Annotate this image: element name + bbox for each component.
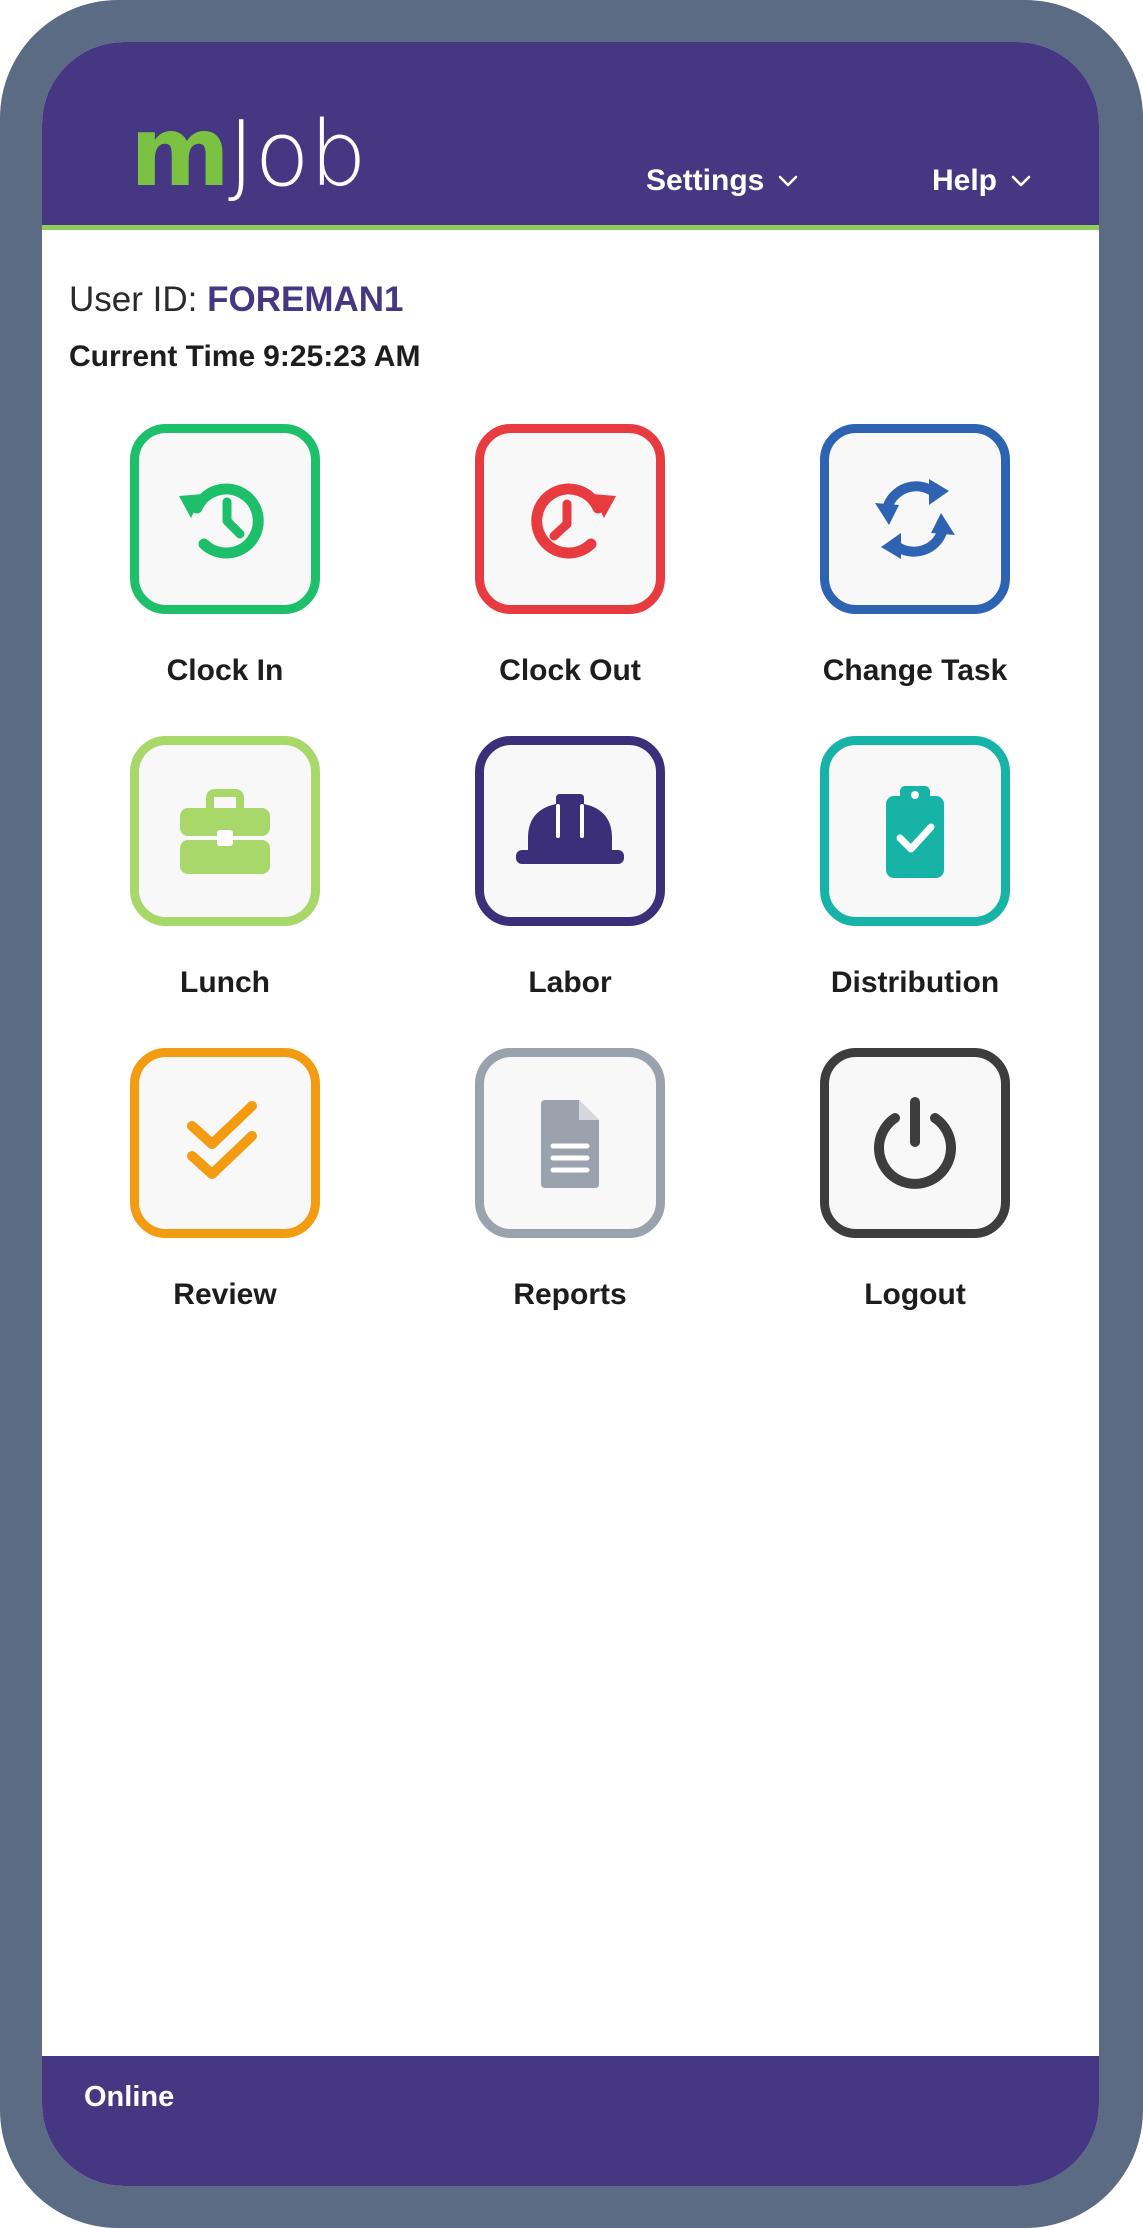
phone-frame: m Job Settings Help User ID: FOREMAN1 Cur… xyxy=(0,0,1143,2228)
status-footer: Online xyxy=(42,2056,1099,2186)
clock-out-tile[interactable]: Clock Out xyxy=(450,424,690,688)
user-id-label: User ID: xyxy=(69,280,198,319)
app-screen: m Job Settings Help User ID: FOREMAN1 Cur… xyxy=(42,42,1099,2186)
clipboard-check-icon xyxy=(886,786,944,878)
lunch-button[interactable] xyxy=(130,736,320,926)
lunch-tile[interactable]: Lunch xyxy=(105,736,345,1000)
clock-in-tile[interactable]: Clock In xyxy=(105,424,345,688)
settings-menu[interactable]: Settings xyxy=(646,164,798,198)
mjob-logo: m Job xyxy=(130,100,367,200)
lunch-label: Lunch xyxy=(180,966,270,999)
current-time-label: Current Time xyxy=(69,340,256,373)
logout-label: Logout xyxy=(864,1278,966,1311)
double-check-icon xyxy=(187,1101,257,1179)
current-time-line: Current Time 9:25:23 AM xyxy=(69,340,420,374)
connection-status: Online xyxy=(84,2081,175,2113)
briefcase-icon xyxy=(180,789,270,874)
reports-tile[interactable]: Reports xyxy=(450,1048,690,1312)
clock-in-icon xyxy=(179,483,264,559)
clock-out-button[interactable] xyxy=(475,424,665,614)
labor-label: Labor xyxy=(528,966,612,999)
change-task-label: Change Task xyxy=(822,654,1008,687)
chevron-down-icon xyxy=(1011,175,1031,187)
labor-tile[interactable]: Labor xyxy=(450,736,690,1000)
change-task-tile[interactable]: Change Task xyxy=(795,424,1035,688)
user-id-line: User ID: FOREMAN1 xyxy=(69,280,404,320)
settings-label: Settings xyxy=(646,164,765,197)
user-id-value: FOREMAN1 xyxy=(207,280,404,319)
header-divider xyxy=(42,225,1099,230)
distribution-button[interactable] xyxy=(820,736,1010,926)
distribution-label: Distribution xyxy=(830,966,1000,999)
document-icon xyxy=(541,1100,599,1188)
change-task-button[interactable] xyxy=(820,424,1010,614)
help-label: Help xyxy=(932,164,998,197)
labor-button[interactable] xyxy=(475,736,665,926)
clock-in-button[interactable] xyxy=(130,424,320,614)
review-label: Review xyxy=(173,1278,277,1311)
power-icon xyxy=(874,1097,956,1189)
clock-out-label: Clock Out xyxy=(499,654,641,687)
reports-label: Reports xyxy=(513,1278,627,1311)
clock-out-icon xyxy=(531,483,616,559)
reports-button[interactable] xyxy=(475,1048,665,1238)
logout-tile[interactable]: Logout xyxy=(795,1048,1035,1312)
chevron-down-icon xyxy=(779,175,798,187)
logo-job: Job xyxy=(228,102,367,207)
hard-hat-icon xyxy=(516,794,624,864)
change-task-icon xyxy=(875,479,955,559)
review-tile[interactable]: Review xyxy=(105,1048,345,1312)
logo-m: m xyxy=(130,96,230,208)
current-time-value: 9:25:23 AM xyxy=(263,340,421,373)
distribution-tile[interactable]: Distribution xyxy=(795,736,1035,1000)
logout-button[interactable] xyxy=(820,1048,1010,1238)
help-menu[interactable]: Help xyxy=(932,164,1031,198)
review-button[interactable] xyxy=(130,1048,320,1238)
app-header: m Job Settings Help xyxy=(42,42,1099,225)
clock-in-label: Clock In xyxy=(166,654,284,687)
